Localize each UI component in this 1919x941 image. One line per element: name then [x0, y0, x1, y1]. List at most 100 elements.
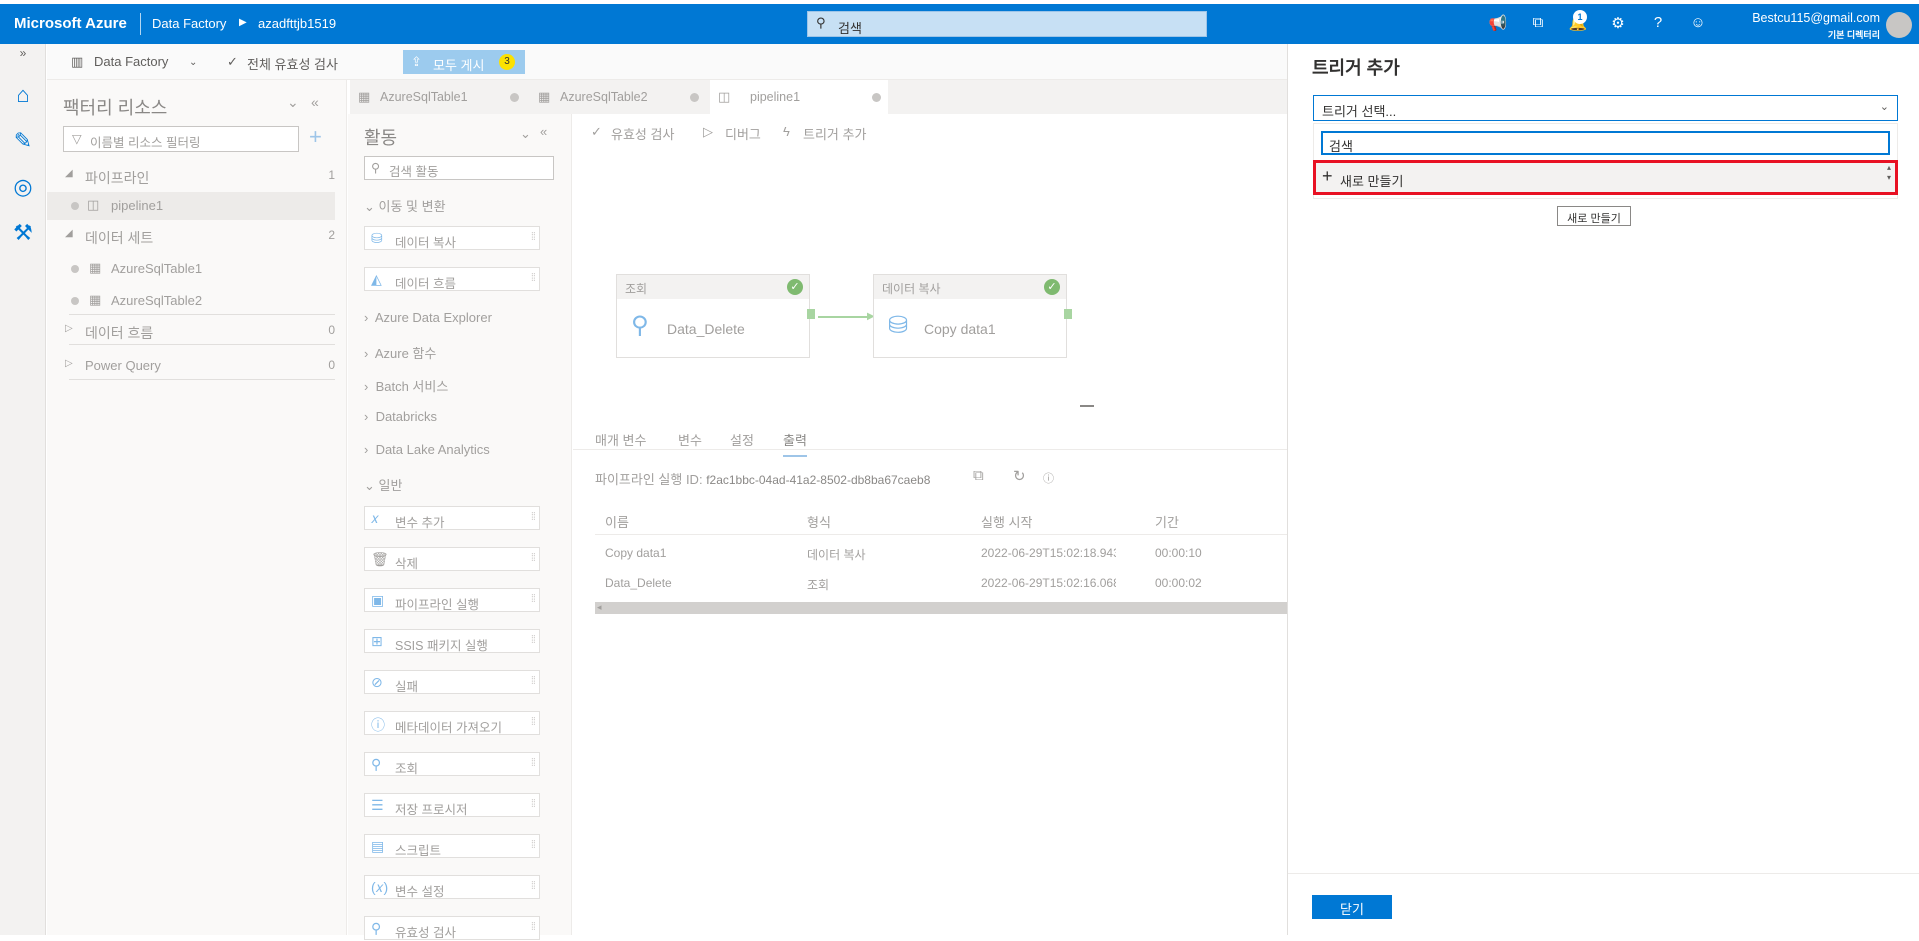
drag-handle-icon[interactable]: ⁞⁞	[531, 272, 536, 284]
activity-data-flow[interactable]: ◭ 데이터 흐름 ⁞⁞	[364, 267, 540, 291]
tab-pipeline1[interactable]: ◫ pipeline1	[710, 80, 888, 114]
group-data-lake-analytics[interactable]: › Data Lake Analytics	[364, 442, 490, 457]
resize-handle[interactable]	[1080, 405, 1094, 407]
feedback-icon[interactable]: ☺	[1687, 14, 1709, 34]
collapse-pane-icon[interactable]: «	[311, 94, 319, 110]
group-datasets[interactable]: ◢ 데이터 세트 2	[47, 222, 335, 250]
drag-handle-icon[interactable]: ⁞⁞	[531, 552, 536, 564]
activity-node-lookup[interactable]: 조회 ✓ ⚲ Data_Delete	[616, 274, 815, 358]
collapse-pane-icon[interactable]: «	[540, 124, 547, 139]
drag-handle-icon[interactable]: ⁞⁞	[531, 921, 536, 933]
activity-copy-data[interactable]: ⛁ 데이터 복사 ⁞⁞	[364, 226, 540, 250]
factory-selector[interactable]: Data Factory	[94, 54, 168, 69]
activity-validation[interactable]: ⚲ 유효성 검사 ⁞⁞	[364, 916, 540, 940]
debug-button[interactable]: 디버그	[725, 124, 761, 143]
column-header-type[interactable]: 형식	[807, 512, 831, 531]
group-move-transform[interactable]: ⌄ 이동 및 변환	[364, 196, 446, 215]
collapse-all-icon[interactable]: ⌄	[287, 94, 299, 111]
table-cell[interactable]: Data_Delete	[605, 576, 672, 590]
group-databricks[interactable]: › Databricks	[364, 409, 437, 424]
directory-icon[interactable]: ⧉	[1527, 14, 1549, 34]
tab-parameters[interactable]: 매개 변수	[595, 430, 646, 449]
breadcrumb-factory-name[interactable]: azadfttjb1519	[258, 16, 336, 31]
activity-execute-pipeline[interactable]: ▣ 파이프라인 실행 ⁞⁞	[364, 588, 540, 612]
group-general[interactable]: ⌄ 일반	[364, 475, 402, 494]
validate-all-button[interactable]: 전체 유효성 검사	[247, 54, 338, 73]
activity-lookup[interactable]: ⚲ 조회 ⁞⁞	[364, 752, 540, 776]
resource-filter-input[interactable]: ▽ 이름별 리소스 필터링	[63, 126, 299, 152]
add-resource-icon[interactable]: +	[309, 124, 322, 150]
group-pipelines[interactable]: ◢ 파이프라인 1	[47, 162, 335, 190]
new-trigger-option[interactable]: + 새로 만들기 ▴ ▾	[1313, 160, 1898, 195]
scroll-left-icon[interactable]: ◂	[597, 602, 602, 613]
tree-item-azuresqltable2[interactable]: ▦ AzureSqlTable2	[47, 287, 335, 315]
drag-handle-icon[interactable]: ⁞⁞	[531, 798, 536, 810]
user-email[interactable]: Bestcu115@gmail.com	[1736, 11, 1880, 25]
horizontal-scrollbar[interactable]: ◂	[595, 602, 1287, 614]
drag-handle-icon[interactable]: ⁞⁞	[531, 231, 536, 243]
activity-search-input[interactable]: ⚲ 검색 활동	[364, 156, 554, 180]
pipeline-canvas[interactable]: ✓ 유효성 검사 ▷ 디버그 ϟ 트리거 추가 조회 ✓ ⚲ Data_Dele…	[573, 114, 1287, 935]
activity-script[interactable]: ▤ 스크립트 ⁞⁞	[364, 834, 540, 858]
activity-append-variable[interactable]: 𝑥 변수 추가 ⁞⁞	[364, 506, 540, 530]
activity-set-variable[interactable]: (𝑥) 변수 설정 ⁞⁞	[364, 875, 540, 899]
pencil-icon[interactable]: ✎	[8, 128, 38, 158]
trigger-select[interactable]: 트리거 선택... ⌄	[1313, 95, 1898, 121]
group-dataflows[interactable]: ▷ 데이터 흐름 0	[47, 317, 335, 345]
column-header-start[interactable]: 실행 시작	[981, 512, 1032, 531]
drag-handle-icon[interactable]: ⁞⁞	[531, 757, 536, 769]
column-header-duration[interactable]: 기간	[1155, 512, 1179, 531]
tab-settings[interactable]: 설정	[730, 430, 754, 449]
add-trigger-button[interactable]: 트리거 추가	[803, 124, 866, 143]
expand-icon[interactable]: »	[8, 46, 38, 76]
collapse-all-icon[interactable]: ⌄	[520, 126, 531, 142]
info-icon[interactable]: ⓘ	[1043, 470, 1054, 486]
validate-button[interactable]: 유효성 검사	[611, 124, 674, 143]
group-azure-functions[interactable]: › Azure 함수	[364, 343, 436, 362]
tree-item-azuresqltable1[interactable]: ▦ AzureSqlTable1	[47, 255, 335, 283]
tab-azuresqltable1[interactable]: ▦ AzureSqlTable1	[350, 80, 530, 114]
activity-stored-procedure[interactable]: ☰ 저장 프로시저 ⁞⁞	[364, 793, 540, 817]
trigger-search-input[interactable]: 검색	[1321, 131, 1890, 155]
close-button[interactable]: 닫기	[1312, 895, 1392, 919]
azure-brand[interactable]: Microsoft Azure	[14, 15, 127, 32]
avatar[interactable]	[1886, 12, 1912, 38]
monitor-icon[interactable]: ◎	[8, 174, 38, 204]
drag-handle-icon[interactable]: ⁞⁞	[531, 511, 536, 523]
global-search-input[interactable]: ⚲ 검색	[807, 11, 1207, 37]
drag-handle-icon[interactable]: ⁞⁞	[531, 880, 536, 892]
drag-handle-icon[interactable]: ⁞⁞	[531, 593, 536, 605]
gear-icon[interactable]: ⚙	[1607, 14, 1629, 34]
activity-delete[interactable]: 🗑 삭제 ⁞⁞	[364, 547, 540, 571]
activity-get-metadata[interactable]: ⓘ 메타데이터 가져오기 ⁞⁞	[364, 711, 540, 735]
group-azure-data-explorer[interactable]: › Azure Data Explorer	[364, 310, 492, 325]
activity-execute-ssis[interactable]: ⊞ SSIS 패키지 실행 ⁞⁞	[364, 629, 540, 653]
unsaved-dot	[872, 93, 881, 102]
megaphone-icon[interactable]: 📢	[1487, 14, 1509, 34]
toolbox-icon[interactable]: ⚒	[8, 220, 38, 250]
drag-handle-icon[interactable]: ⁞⁞	[531, 839, 536, 851]
activity-label: 메타데이터 가져오기	[395, 721, 502, 735]
home-icon[interactable]: ⌂	[8, 82, 38, 112]
output-port[interactable]	[1064, 309, 1072, 319]
tab-variables[interactable]: 변수	[678, 430, 702, 449]
group-batch[interactable]: › Batch 서비스	[364, 376, 448, 395]
drag-handle-icon[interactable]: ⁞⁞	[531, 634, 536, 646]
group-power-query[interactable]: ▷ Power Query 0	[47, 352, 335, 380]
output-port[interactable]	[807, 309, 815, 319]
refresh-icon[interactable]: ↻	[1013, 467, 1026, 485]
table-cell[interactable]: Copy data1	[605, 546, 666, 560]
breadcrumb-data-factory[interactable]: Data Factory	[152, 16, 226, 31]
help-icon[interactable]: ?	[1647, 14, 1669, 34]
tab-azuresqltable2[interactable]: ▦ AzureSqlTable2	[530, 80, 710, 114]
activity-node-copy-data[interactable]: 데이터 복사 ✓ ⛁ Copy data1	[873, 274, 1072, 358]
tab-output[interactable]: 출력	[783, 430, 807, 457]
drag-handle-icon[interactable]: ⁞⁞	[531, 675, 536, 687]
column-header-name[interactable]: 이름	[605, 512, 629, 531]
drag-handle-icon[interactable]: ⁞⁞	[531, 716, 536, 728]
activity-fail[interactable]: ⊘ 실패 ⁞⁞	[364, 670, 540, 694]
chevron-down-icon[interactable]: ⌄	[189, 57, 197, 68]
tree-item-pipeline1[interactable]: ◫ pipeline1	[47, 192, 335, 220]
copy-icon[interactable]: ⧉	[973, 467, 984, 484]
scroll-arrows-icon[interactable]: ▴ ▾	[1887, 163, 1891, 183]
